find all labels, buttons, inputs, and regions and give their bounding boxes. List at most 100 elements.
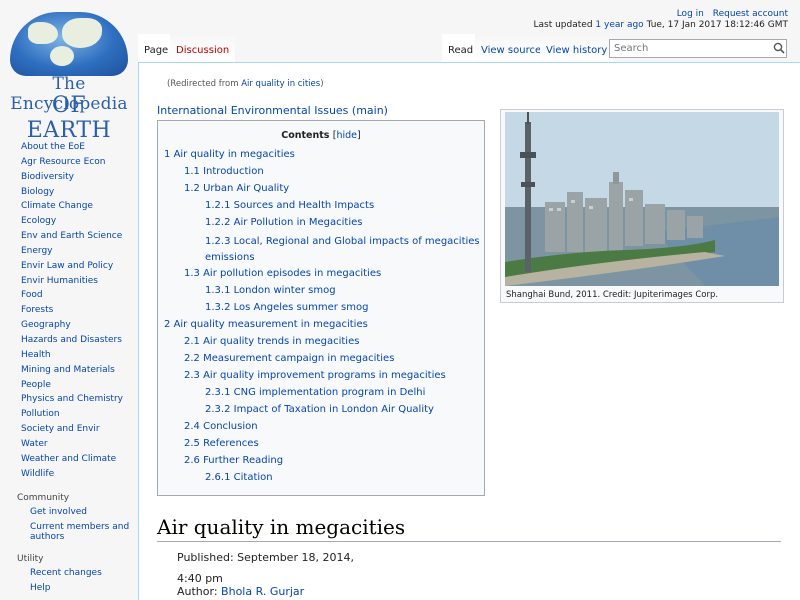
toc-item[interactable]: 2.5 References xyxy=(184,438,259,449)
toc-item-text-continued: emissions xyxy=(205,252,255,263)
sidebar-community-heading: Community xyxy=(17,493,70,504)
sidebar-item-env-and-earth-science[interactable]: Env and Earth Science xyxy=(21,229,138,244)
sidebar-item-people[interactable]: People xyxy=(21,378,138,393)
category-link[interactable]: International Environmental Issues (main… xyxy=(157,104,388,117)
sidebar-item-physics-and-chemistry[interactable]: Physics and Chemistry xyxy=(21,392,138,407)
sidebar-item-energy[interactable]: Energy xyxy=(21,244,138,259)
toc-item-number: 2.5 xyxy=(184,437,200,449)
sidebar-item-mining-and-materials[interactable]: Mining and Materials xyxy=(21,363,138,378)
toc-item-text: Air Pollution in Megacities xyxy=(233,217,363,228)
last-updated-prefix: Last updated xyxy=(533,20,593,30)
personal-tools: Log in Request account xyxy=(671,9,788,19)
sidebar: About the EoE Agr Resource Econ Biodiversi… xyxy=(0,140,138,596)
toc-item[interactable]: 2 Air quality measurement in megacities xyxy=(164,319,368,330)
sidebar-item-biology[interactable]: Biology xyxy=(21,185,138,200)
toc-item-number: 1.3.2 xyxy=(205,301,231,313)
toc-title: Contents [hide] xyxy=(281,130,361,141)
toc-item-text: Air quality improvement programs in mega… xyxy=(203,369,446,381)
sidebar-item-recent-changes[interactable]: Recent changes xyxy=(21,566,138,581)
toc-item-number: 2.2 xyxy=(184,352,200,364)
main-content: (Redirected from Air quality in cities) … xyxy=(138,62,800,600)
sidebar-item-current-members[interactable]: Current members and authors xyxy=(21,522,138,542)
toc-item[interactable]: 2.3.1 CNG implementation program in Delh… xyxy=(205,387,425,398)
sidebar-item-geography[interactable]: Geography xyxy=(21,318,138,333)
toc-title-text: Contents xyxy=(281,130,330,141)
toc-item[interactable]: 2.6.1 Citation xyxy=(205,472,273,483)
toc-item[interactable]: 1.3.1 London winter smog xyxy=(205,285,336,296)
toc-item-number: 1.2.2 xyxy=(205,217,231,228)
tab-view-history[interactable]: View history xyxy=(540,34,614,62)
tab-view-source[interactable]: View source xyxy=(475,34,548,62)
toc-item[interactable]: 2.6 Further Reading xyxy=(184,455,283,466)
tab-discussion-label: Discussion xyxy=(176,45,230,56)
author-label: Author: xyxy=(177,585,218,598)
sidebar-utility: Recent changes Help xyxy=(0,566,138,596)
toc-item-number: 2.3 xyxy=(184,369,200,381)
sidebar-item-get-involved[interactable]: Get involved xyxy=(21,505,138,520)
redirect-link[interactable]: Air quality in cities xyxy=(241,79,320,89)
site-logo[interactable]: The Encyclopedia OF EARTH xyxy=(6,10,132,143)
toc-item-text: Impact of Taxation in London Air Quality xyxy=(233,403,434,415)
request-account-link[interactable]: Request account xyxy=(713,9,788,19)
toc-item-text: References xyxy=(203,437,259,449)
toc-item-text: Air pollution episodes in megacities xyxy=(203,267,382,279)
toc-item-text: Introduction xyxy=(203,166,264,177)
author-link[interactable]: Bhola R. Gurjar xyxy=(221,585,304,598)
toc-item[interactable]: 1.2.2 Air Pollution in Megacities xyxy=(205,217,362,228)
sidebar-item-society-and-envir[interactable]: Society and Envir xyxy=(21,422,138,437)
sidebar-item-envir-law-and-policy[interactable]: Envir Law and Policy xyxy=(21,259,138,274)
tab-page[interactable]: Page xyxy=(138,34,175,62)
search-input[interactable] xyxy=(609,39,787,58)
sidebar-item-wildlife[interactable]: Wildlife xyxy=(21,467,138,482)
redirect-prefix: (Redirected from xyxy=(167,79,239,89)
toc-hide-link[interactable]: hide xyxy=(336,130,357,141)
sidebar-item-health[interactable]: Health xyxy=(21,348,138,363)
sidebar-item-water[interactable]: Water xyxy=(21,437,138,452)
toc-item[interactable]: 2.1 Air quality trends in megacities xyxy=(184,336,359,347)
tab-view-source-label: View source xyxy=(481,45,542,56)
sidebar-item-weather-and-climate[interactable]: Weather and Climate xyxy=(21,452,138,467)
sidebar-item-hazards-and-disasters[interactable]: Hazards and Disasters xyxy=(21,333,138,348)
toc-item[interactable]: 2.2 Measurement campaign in megacities xyxy=(184,353,394,364)
toc-item[interactable]: 1.2 Urban Air Quality xyxy=(184,183,289,194)
image-caption: Shanghai Bund, 2011. Credit: Jupiterimag… xyxy=(506,290,719,300)
toc-item-text: Conclusion xyxy=(203,420,258,432)
sidebar-utility-heading: Utility xyxy=(17,554,44,565)
toc-item-text: Air quality measurement in megacities xyxy=(173,318,368,330)
toc-item-number: 1.1 xyxy=(184,166,200,177)
sidebar-item-ecology[interactable]: Ecology xyxy=(21,214,138,229)
last-updated-link[interactable]: 1 year ago xyxy=(595,20,643,30)
toc-item[interactable]: 1.3.2 Los Angeles summer smog xyxy=(205,302,368,313)
page-heading: Air quality in megacities xyxy=(157,515,781,542)
sidebar-item-food[interactable]: Food xyxy=(21,288,138,303)
sidebar-item-pollution[interactable]: Pollution xyxy=(21,407,138,422)
sidebar-item-about-the-eoe[interactable]: About the EoE xyxy=(21,140,138,155)
sidebar-item-forests[interactable]: Forests xyxy=(21,303,138,318)
sidebar-item-agr-resource-econ[interactable]: Agr Resource Econ xyxy=(21,155,138,170)
page-root: The Encyclopedia OF EARTH Log in Request… xyxy=(0,0,800,600)
sidebar-item-biodiversity[interactable]: Biodiversity xyxy=(21,170,138,185)
tab-page-label: Page xyxy=(144,45,169,56)
tab-view-history-label: View history xyxy=(546,45,608,56)
toc-item[interactable]: 1.1 Introduction xyxy=(184,166,264,177)
toc-item[interactable]: 1.2.3 Local, Regional and Global impacts… xyxy=(205,234,480,266)
toc-item-text: Sources and Health Impacts xyxy=(233,200,375,211)
login-link[interactable]: Log in xyxy=(677,9,704,19)
toc-item[interactable]: 2.3.2 Impact of Taxation in London Air Q… xyxy=(205,404,434,415)
sidebar-item-envir-humanities[interactable]: Envir Humanities xyxy=(21,274,138,289)
tab-read-label: Read xyxy=(448,45,474,56)
toc-item[interactable]: 2.3 Air quality improvement programs in … xyxy=(184,370,446,381)
tab-read[interactable]: Read xyxy=(442,34,480,62)
toc-item[interactable]: 1 Air quality in megacities xyxy=(164,149,295,160)
toc-item-text: Further Reading xyxy=(203,454,284,466)
photo-illustration xyxy=(505,112,779,286)
sidebar-item-climate-change[interactable]: Climate Change xyxy=(21,199,138,214)
toc-item[interactable]: 2.4 Conclusion xyxy=(184,421,258,432)
toc-item[interactable]: 1.2.1 Sources and Health Impacts xyxy=(205,200,374,211)
shanghai-bund-photo[interactable] xyxy=(505,112,779,286)
globe-icon xyxy=(10,12,128,76)
search-icon[interactable] xyxy=(773,42,785,54)
toc-item[interactable]: 1.3 Air pollution episodes in megacities xyxy=(184,268,381,279)
tab-discussion[interactable]: Discussion xyxy=(170,34,236,62)
sidebar-item-help[interactable]: Help xyxy=(21,581,138,596)
